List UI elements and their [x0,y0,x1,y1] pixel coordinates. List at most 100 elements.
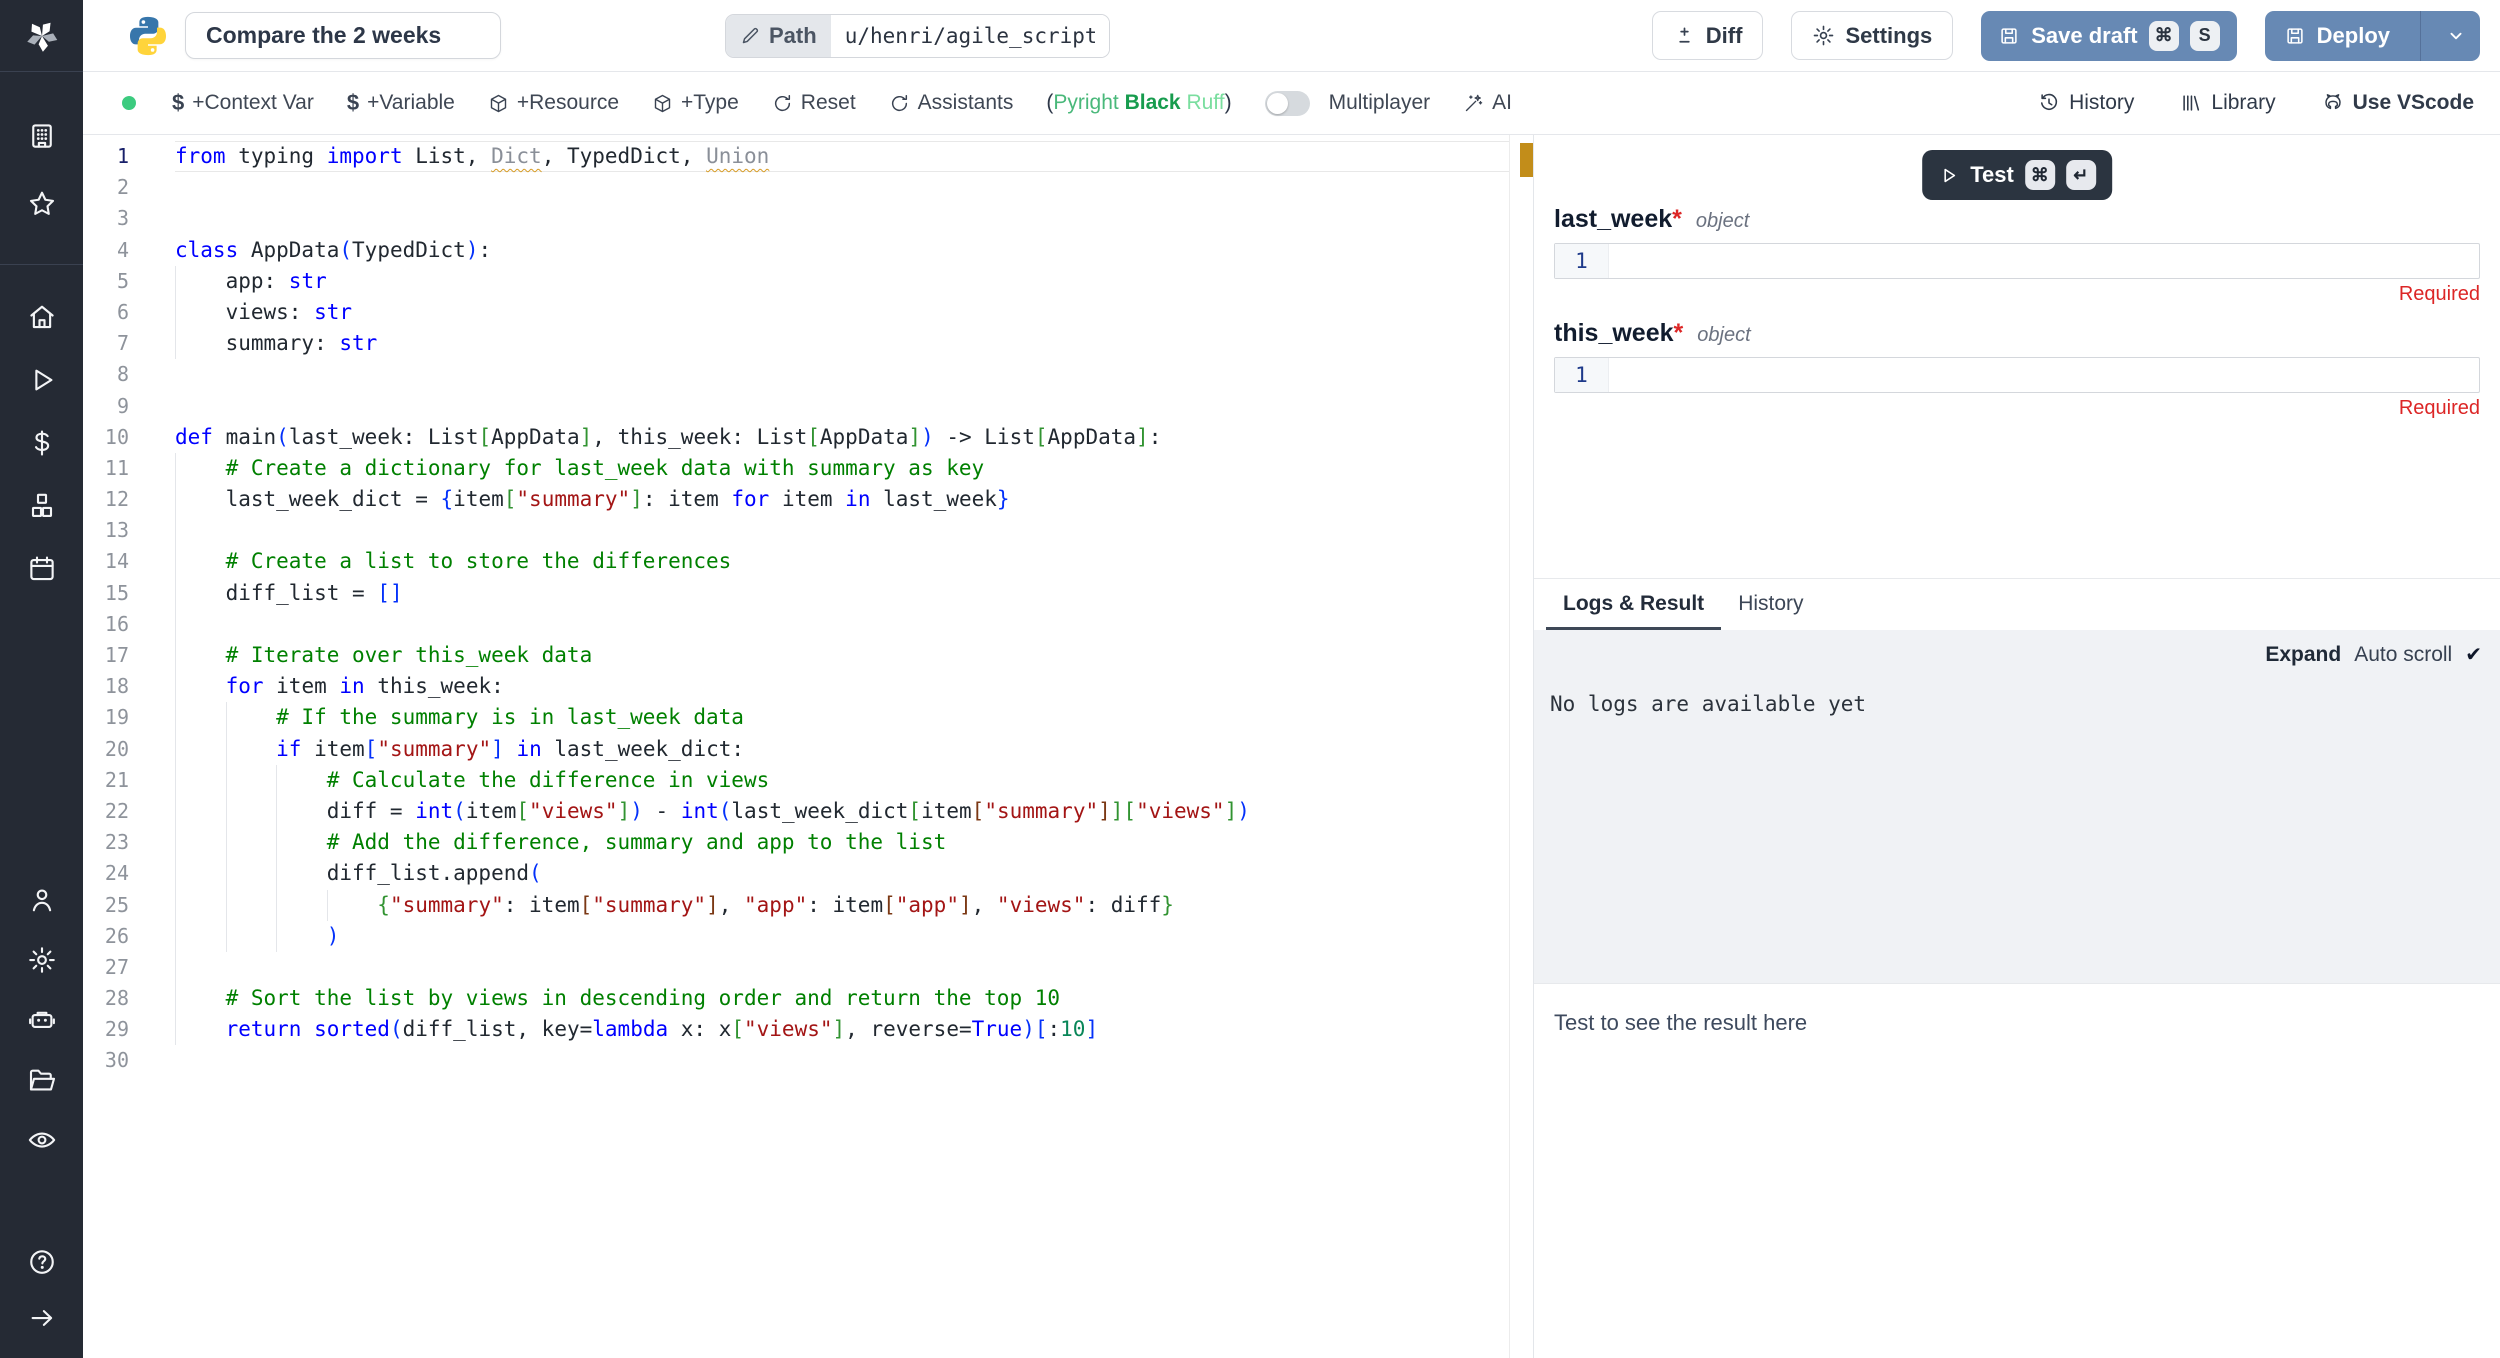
sidebar-item-dollar-icon[interactable] [22,423,62,463]
indent-guide [175,546,176,577]
test-button[interactable]: Test ⌘ ↵ [1922,150,2112,200]
line-number: 4 [83,235,175,266]
windmill-logo[interactable] [0,0,83,72]
indent-guide [175,453,176,484]
expand-button[interactable]: Expand [2265,643,2341,667]
history-button[interactable]: History [2038,91,2134,115]
sidebar-item-play-icon[interactable] [22,360,62,400]
add-variable-button[interactable]: $ +Variable [347,90,455,116]
line-number: 6 [83,297,175,328]
code-line[interactable] [175,359,1509,390]
sidebar-item-help-icon[interactable] [22,1242,62,1282]
line-number: 11 [83,453,175,484]
line-number: 25 [83,890,175,921]
ai-button[interactable]: AI [1463,91,1512,115]
sidebar-item-cubes-icon[interactable] [22,486,62,526]
sidebar-item-user-icon[interactable] [22,880,62,920]
octocat-icon [2322,92,2344,114]
sidebar-item-arrow-right-icon[interactable] [22,1298,62,1338]
code-line[interactable]: {"summary": item["summary"], "app": item… [175,890,1509,921]
code-line[interactable]: # If the summary is in last_week data [175,702,1509,733]
add-resource-button[interactable]: +Resource [488,91,619,115]
cmd-key-badge: ⌘ [2025,160,2055,190]
library-button[interactable]: Library [2180,91,2275,115]
multiplayer-label: Multiplayer [1329,91,1431,115]
sidebar-item-eye-icon[interactable] [22,1120,62,1160]
autoscroll-label[interactable]: Auto scroll [2354,643,2452,667]
pencil-icon [740,25,761,46]
code-line[interactable]: app: str [175,266,1509,297]
result-tabs: Logs & ResultHistory [1534,578,2500,630]
code-line[interactable]: from typing import List, Dict, TypedDict… [175,141,1509,172]
code-line[interactable]: # Create a list to store the differences [175,546,1509,577]
code-line[interactable]: # Create a dictionary for last_week data… [175,453,1509,484]
code-line[interactable]: views: str [175,297,1509,328]
code-line[interactable]: diff_list.append( [175,858,1509,889]
sidebar-item-home-icon[interactable] [22,297,62,337]
sidebar-item-star-icon[interactable] [22,184,62,224]
sidebar-item-folder-icon[interactable] [22,1060,62,1100]
code-line[interactable]: return sorted(diff_list, key=lambda x: x… [175,1014,1509,1045]
deploy-icon [2284,25,2306,47]
last-week-input[interactable]: 1 [1554,243,2480,279]
path-input[interactable] [831,15,1109,57]
indent-guide [276,765,277,796]
indent-guide [175,1014,176,1045]
add-type-button[interactable]: +Type [652,91,739,115]
line-number: 20 [83,734,175,765]
run-panel: Test ⌘ ↵ last_week* object 1 Required th… [1533,135,2500,1358]
required-message: Required [1554,283,2480,307]
script-title-input[interactable] [185,12,501,59]
dollar-icon: $ [172,90,184,116]
code-line[interactable] [175,391,1509,422]
code-line[interactable] [175,609,1509,640]
code-line[interactable]: diff_list = [] [175,578,1509,609]
this-week-input[interactable]: 1 [1554,357,2480,393]
tab-history[interactable]: History [1721,579,1820,630]
save-draft-button[interactable]: Save draft ⌘ S [1981,11,2236,61]
code-line[interactable]: # Calculate the difference in views [175,765,1509,796]
code-line[interactable] [175,515,1509,546]
code-line[interactable]: def main(last_week: List[AppData], this_… [175,422,1509,453]
code-line[interactable] [175,172,1509,203]
code-line[interactable]: summary: str [175,328,1509,359]
code-line[interactable]: last_week_dict = {item["summary"]: item … [175,484,1509,515]
multiplayer-toggle[interactable] [1265,91,1310,116]
line-number: 17 [83,640,175,671]
diff-button[interactable]: Diff [1652,11,1764,60]
deploy-dropdown[interactable] [2432,11,2480,61]
code-lines[interactable]: from typing import List, Dict, TypedDict… [175,135,1509,1358]
add-context-var-button[interactable]: $ +Context Var [172,90,314,116]
code-line[interactable]: diff = int(item["views"]) - int(last_wee… [175,796,1509,827]
code-line[interactable]: # Sort the list by views in descending o… [175,983,1509,1014]
reset-button[interactable]: Reset [772,91,856,115]
indent-guide [226,702,227,733]
code-line[interactable]: # Iterate over this_week data [175,640,1509,671]
code-line[interactable] [175,1045,1509,1076]
sidebar-item-robot-icon[interactable] [22,1000,62,1040]
check-icon[interactable]: ✔ [2465,642,2482,667]
sidebar-item-building-icon[interactable] [22,116,62,156]
settings-button[interactable]: Settings [1791,11,1953,60]
indent-guide [226,858,227,889]
tab-logs-result[interactable]: Logs & Result [1546,579,1721,630]
use-vscode-button[interactable]: Use VScode [2322,91,2474,115]
indent-guide [175,796,176,827]
deploy-button[interactable]: Deploy [2265,11,2480,61]
path-edit-chip[interactable]: Path [726,15,831,57]
code-line[interactable]: class AppData(TypedDict): [175,235,1509,266]
assistants-button[interactable]: Assistants [889,91,1014,115]
code-editor[interactable]: 1234567891011121314151617181920212223242… [83,135,1533,1358]
s-key-badge: S [2190,21,2220,51]
editor-gutter: 1234567891011121314151617181920212223242… [83,135,175,1358]
code-line[interactable] [175,952,1509,983]
code-line[interactable]: # Add the difference, summary and app to… [175,827,1509,858]
code-line[interactable]: if item["summary"] in last_week_dict: [175,734,1509,765]
code-line[interactable]: ) [175,921,1509,952]
indent-guide [327,890,328,921]
code-line[interactable]: for item in this_week: [175,671,1509,702]
sidebar-item-calendar-icon[interactable] [22,549,62,589]
code-line[interactable] [175,203,1509,234]
indent-guide [175,328,176,359]
sidebar-item-gear-icon[interactable] [22,940,62,980]
